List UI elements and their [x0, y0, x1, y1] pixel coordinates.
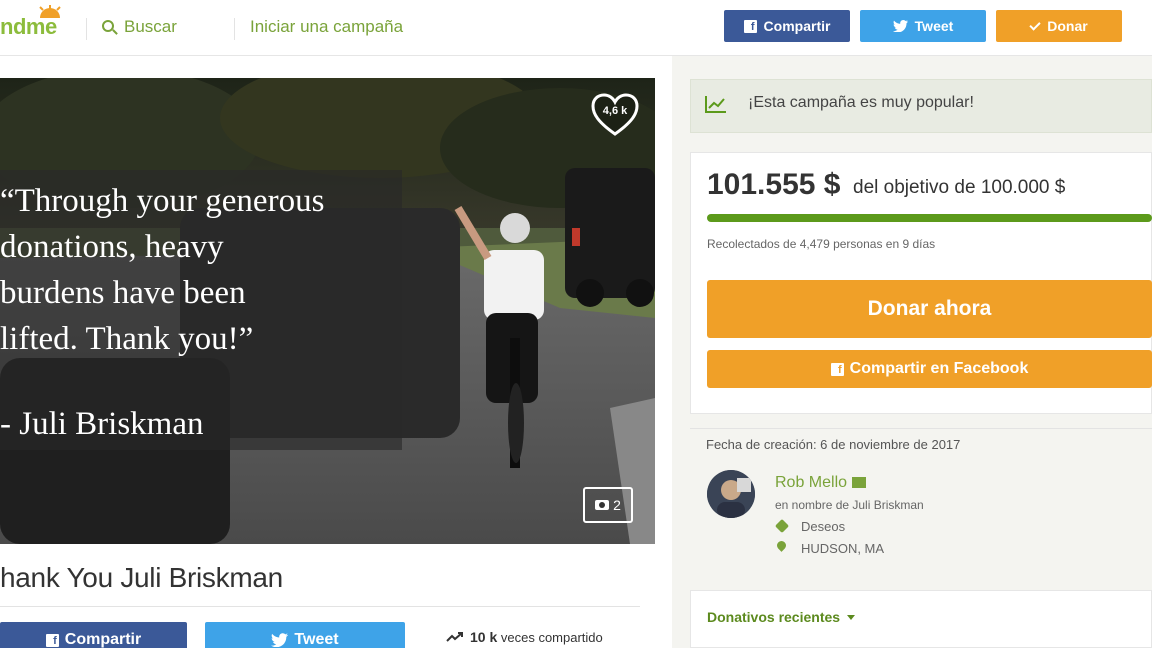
quote-line: lifted. Thank you!” — [0, 321, 254, 357]
organizer-name-label: Rob Mello — [775, 474, 848, 491]
quote-line: donations, heavy — [0, 229, 224, 265]
campaign-title: hank You Juli Briskman — [0, 562, 283, 593]
header-donate-button[interactable]: Donar — [996, 10, 1122, 42]
photo-count: 2 — [613, 497, 621, 513]
section-divider — [690, 428, 1152, 429]
progress-fill — [707, 214, 1152, 222]
camera-icon — [595, 500, 610, 510]
creation-date: Fecha de creación: 6 de noviembre de 201… — [706, 437, 961, 452]
popular-text: ¡Esta campaña es muy popular! — [748, 94, 974, 111]
share-facebook-button[interactable]: f Compartir en Facebook — [707, 350, 1152, 388]
mail-icon[interactable] — [852, 477, 867, 488]
title-divider — [0, 606, 640, 607]
quote-line: burdens have been — [0, 275, 246, 311]
search-link[interactable]: Buscar — [102, 17, 177, 37]
amount-raised: 101.555 $ — [707, 168, 841, 201]
quote-line: “Through your generous — [0, 183, 325, 219]
goal-text: del objetivo de 100.000 $ — [853, 177, 1066, 198]
avatar[interactable] — [707, 470, 755, 518]
raised-summary: Recolectados de 4,479 personas en 9 días — [707, 237, 936, 251]
check-icon — [1029, 18, 1041, 31]
progress-bar — [707, 214, 1152, 222]
search-label: Buscar — [124, 17, 177, 36]
share-facebook-label: Compartir en Facebook — [849, 360, 1029, 377]
top-header: ndme Buscar Iniciar una campaña f Compar… — [0, 0, 1152, 56]
search-icon — [102, 20, 114, 32]
facebook-icon: f — [743, 19, 757, 33]
start-campaign-link[interactable]: Iniciar una campaña — [250, 17, 403, 37]
twitter-icon — [892, 20, 908, 32]
quote-author: - Juli Briskman — [0, 406, 204, 442]
caret-down-icon — [847, 615, 856, 620]
donate-now-button[interactable]: Donar ahora — [707, 280, 1152, 338]
avatar-image — [707, 470, 755, 518]
shares-label: veces compartido — [500, 630, 603, 645]
header-divider — [86, 18, 87, 40]
location-text: HUDSON, MA — [801, 541, 885, 556]
tweet-button[interactable]: Tweet — [205, 622, 405, 648]
twitter-icon — [271, 633, 289, 647]
header-donate-label: Donar — [1047, 18, 1088, 34]
facebook-icon: f — [45, 633, 59, 647]
recent-donations-toggle[interactable]: Donativos recientes — [707, 609, 856, 625]
facebook-icon: f — [830, 362, 844, 376]
share-button-label: Compartir — [64, 631, 142, 648]
facebook-share-button[interactable]: f Compartir — [0, 622, 187, 648]
quote-text: “Through your generous donations, heavy … — [0, 178, 400, 362]
on-behalf-text: en nombre de Juli Briskman — [775, 498, 924, 512]
site-logo[interactable]: ndme — [0, 14, 57, 40]
chart-icon — [705, 96, 726, 113]
header-tweet-button[interactable]: Tweet — [860, 10, 986, 42]
hearts-count: 4,6 k — [602, 105, 628, 117]
header-tweet-label: Tweet — [914, 18, 954, 34]
photo-gallery-button[interactable]: 2 — [583, 487, 633, 523]
organizer-name[interactable]: Rob Mello — [775, 474, 867, 492]
recent-donations-label: Donativos recientes — [707, 609, 841, 625]
header-share-label: Compartir — [763, 18, 831, 34]
header-divider — [234, 18, 235, 40]
shares-counter: 10 k veces compartido — [446, 629, 603, 645]
header-facebook-share-button[interactable]: f Compartir — [724, 10, 850, 42]
category-link[interactable]: Deseos — [801, 519, 845, 534]
shares-count: 10 k — [470, 629, 498, 645]
tweet-button-label: Tweet — [294, 631, 339, 648]
trend-icon — [446, 632, 463, 642]
